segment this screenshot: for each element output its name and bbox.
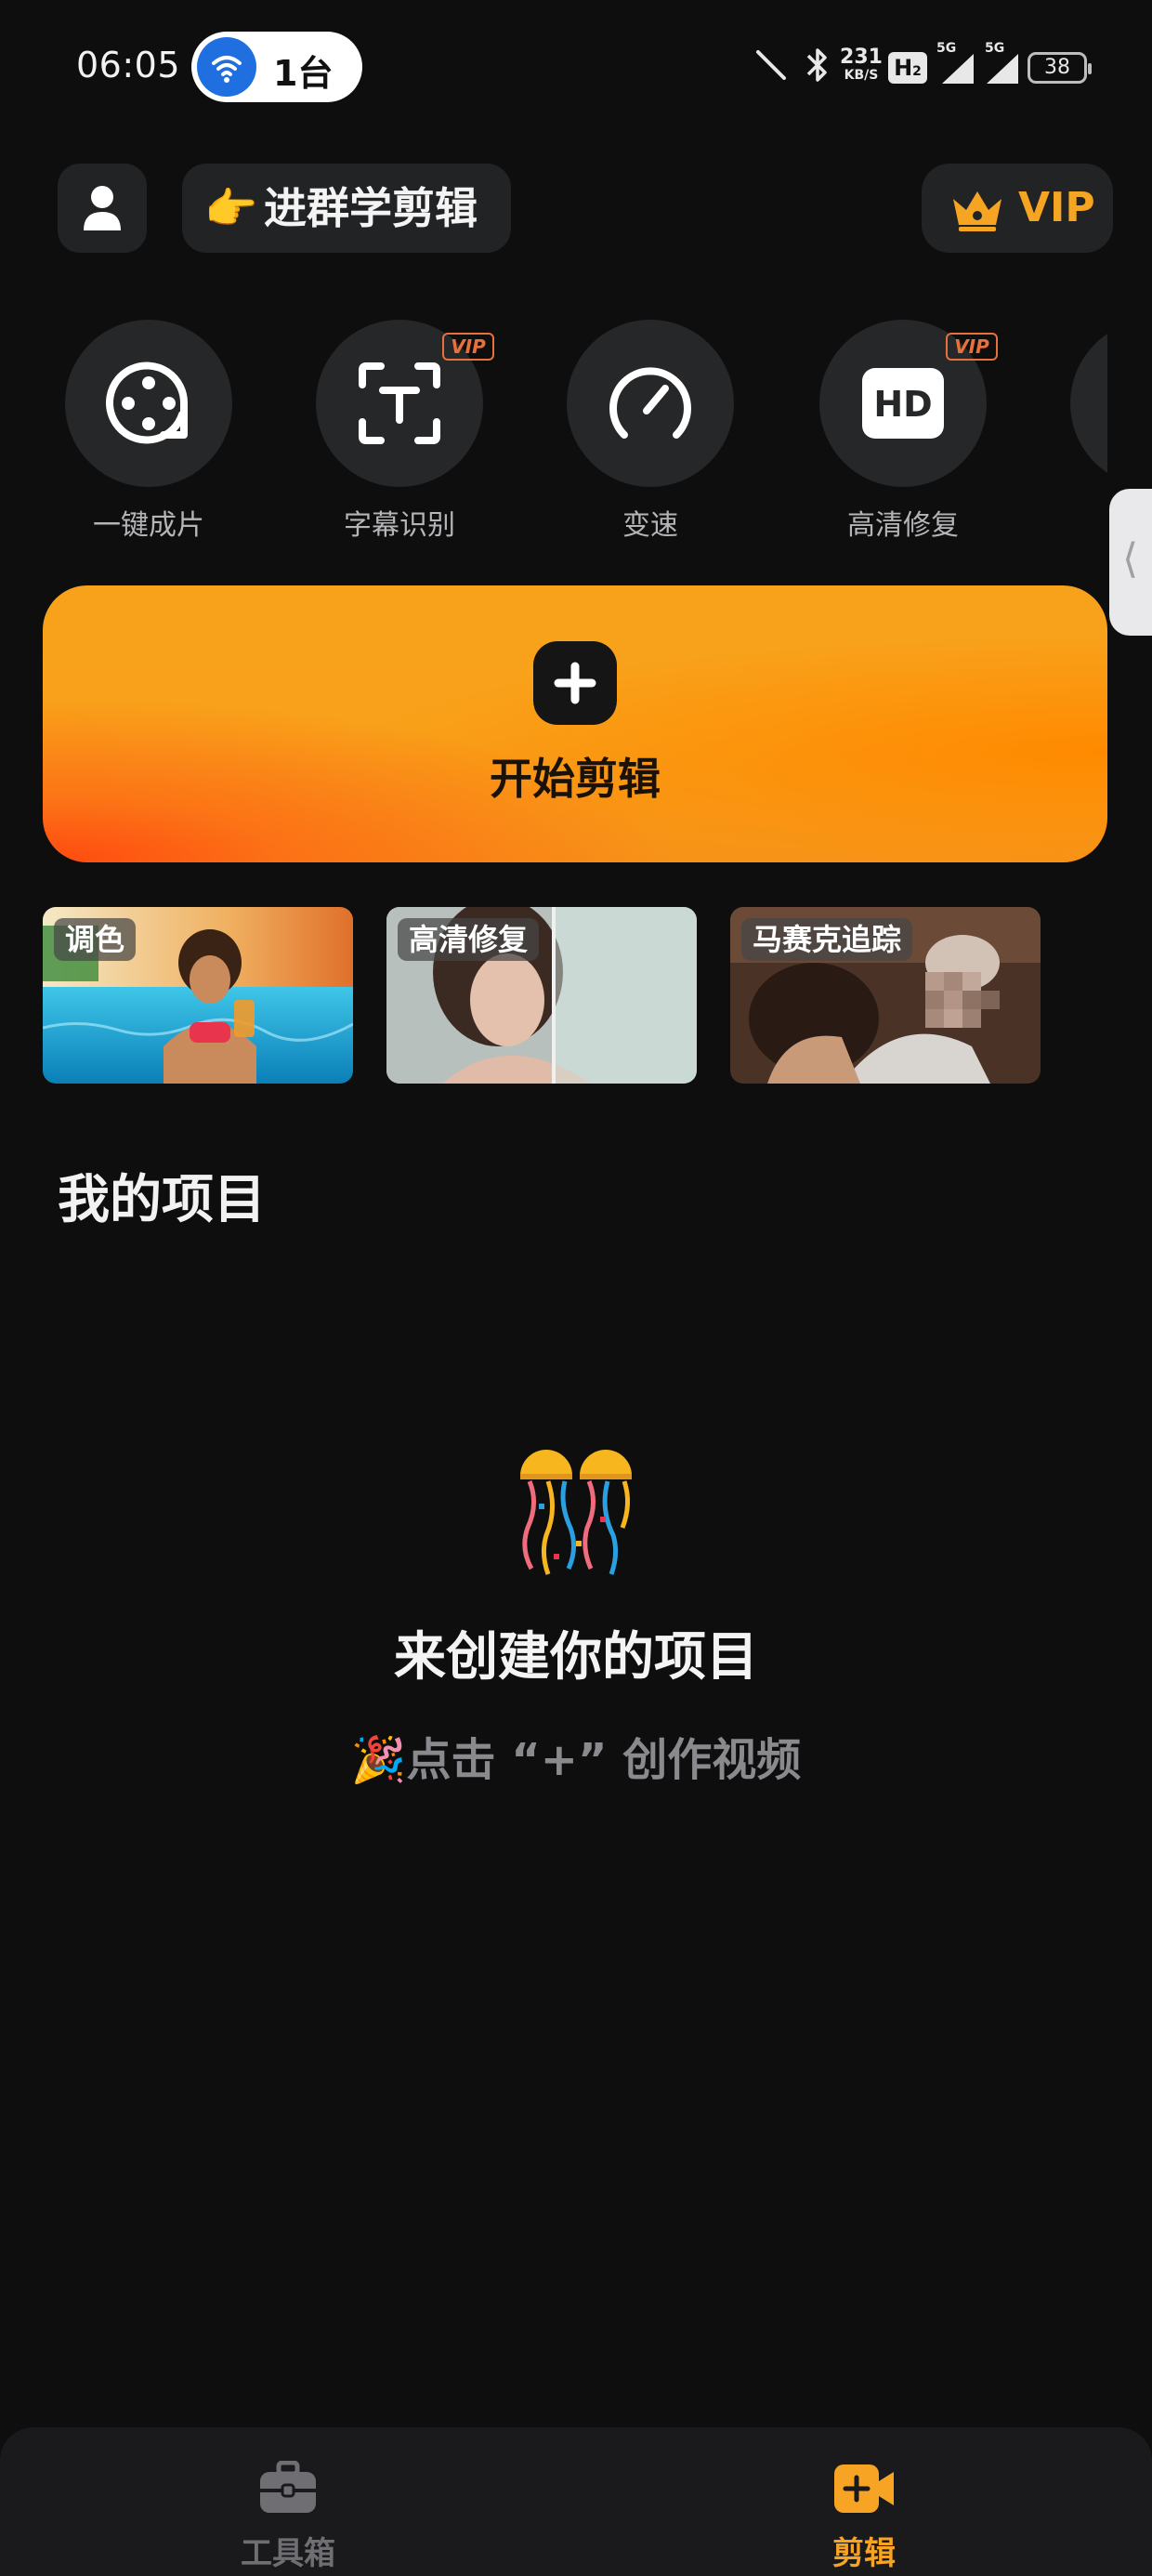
signal-icon-sim2: 5G (981, 41, 1026, 87)
confetti-ball-icon (0, 1439, 1152, 1582)
nav-item-edit[interactable]: 剪辑 (771, 2455, 957, 2572)
profile-button[interactable] (58, 164, 147, 253)
text-recognition-icon (359, 362, 440, 444)
tool-subtitle-recognition[interactable]: VIP 字幕识别 (307, 320, 494, 561)
signal-icon-sim1: 5G (936, 41, 981, 87)
vip-tag: VIP (946, 333, 998, 361)
vip-tag: VIP (442, 333, 494, 361)
tool-more-partial[interactable] (1070, 320, 1107, 487)
hotspot-count: 1台 (273, 53, 334, 94)
join-group-button[interactable]: 👉 进群学剪辑 (182, 164, 511, 253)
hd-icon: HD (862, 368, 944, 439)
template-label: 马赛克追踪 (741, 918, 913, 961)
start-editing-label: 开始剪辑 (490, 754, 661, 804)
template-card-color-grading[interactable]: 调色 (43, 907, 353, 1084)
nav-item-toolbox[interactable]: 工具箱 (195, 2455, 381, 2572)
join-group-label: 进群学剪辑 (264, 183, 478, 233)
template-label: 调色 (54, 918, 137, 961)
bluetooth-icon (801, 45, 834, 85)
empty-state-hint: 🎉点击 “+” 创作视频 (350, 1734, 802, 1786)
nav-label: 工具箱 (241, 2535, 335, 2572)
tool-one-click-video[interactable]: 一键成片 (56, 320, 242, 561)
status-bar: 06:05 1台 231 KB/S H2 5G 5G 38 (0, 0, 1152, 139)
side-drawer-handle[interactable]: ⟨ (1109, 489, 1152, 636)
mute-icon (753, 46, 790, 84)
tool-hd-repair[interactable]: HD VIP 高清修复 (810, 320, 998, 561)
template-label: 高清修复 (398, 918, 540, 961)
tool-label: 变速 (622, 509, 678, 542)
chevron-left-icon: ⟨ (1122, 535, 1139, 583)
vip-label: VIP (1018, 184, 1095, 231)
hd-voice-badge: H2 (888, 52, 927, 84)
tool-label: 字幕识别 (344, 509, 455, 542)
plus-icon (533, 641, 617, 725)
battery-indicator: 38 (1028, 52, 1092, 84)
vip-button[interactable]: VIP (922, 164, 1113, 253)
empty-state-title: 来创建你的项目 (394, 1627, 758, 1688)
hotspot-indicator[interactable]: 1台 (191, 32, 362, 102)
tool-label: 高清修复 (847, 509, 959, 542)
bottom-navigation: 工具箱 剪辑 (0, 2427, 1152, 2576)
nav-label: 剪辑 (832, 2535, 896, 2572)
film-reel-icon (106, 361, 189, 444)
projects-section-title: 我的项目 (58, 1170, 266, 1230)
net-speed: 231 KB/S (840, 46, 883, 84)
crown-icon (953, 191, 1001, 231)
toolbox-icon (260, 2461, 316, 2513)
speedometer-icon (609, 367, 691, 439)
tool-label: 一键成片 (93, 509, 204, 542)
status-time: 06:05 (76, 45, 181, 85)
pointing-hand-icon: 👉 (204, 183, 258, 233)
template-card-hd-repair[interactable]: 高清修复 (386, 907, 697, 1084)
start-editing-button[interactable]: 开始剪辑 (43, 585, 1107, 862)
svg-text:HD: HD (873, 384, 932, 425)
tool-speed[interactable]: 变速 (557, 320, 743, 561)
wifi-hotspot-icon (197, 37, 256, 97)
user-icon (84, 186, 121, 230)
video-add-icon (834, 2464, 894, 2513)
template-card-mosaic-tracking[interactable]: 马赛克追踪 (730, 907, 1041, 1084)
